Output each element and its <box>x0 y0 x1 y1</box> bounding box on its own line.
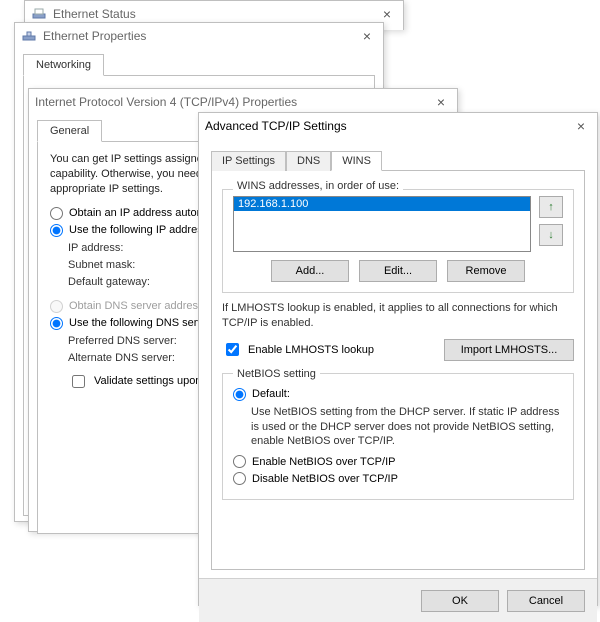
label-alt-dns: Alternate DNS server: <box>68 352 208 364</box>
tab-general[interactable]: General <box>37 120 102 142</box>
move-down-button[interactable]: ↓ <box>539 224 563 246</box>
radio-netbios-enable-label: Enable NetBIOS over TCP/IP <box>252 456 395 468</box>
tab-ip-settings[interactable]: IP Settings <box>211 151 286 171</box>
tab-networking[interactable]: Networking <box>23 54 104 76</box>
radio-netbios-default-input[interactable] <box>233 388 246 401</box>
dialog-footer: OK Cancel <box>199 578 597 622</box>
radio-use-dns-input[interactable] <box>50 317 63 330</box>
wins-address-item[interactable]: 192.168.1.100 <box>234 197 530 211</box>
label-subnet: Subnet mask: <box>68 259 208 271</box>
radio-netbios-default[interactable]: Default: <box>233 388 563 401</box>
wins-address-list[interactable]: 192.168.1.100 <box>233 196 531 252</box>
lmhosts-note: If LMHOSTS lookup is enabled, it applies… <box>222 301 574 331</box>
network-icon <box>31 6 47 22</box>
close-icon[interactable]: × <box>571 119 591 133</box>
label-gateway: Default gateway: <box>68 276 208 288</box>
remove-button[interactable]: Remove <box>447 260 525 282</box>
titlebar-props: Ethernet Properties × <box>15 23 383 49</box>
check-lmhosts-input[interactable] <box>226 343 239 356</box>
radio-use-ip-input[interactable] <box>50 224 63 237</box>
check-lmhosts-label: Enable LMHOSTS lookup <box>248 344 374 356</box>
netbios-legend: NetBIOS setting <box>233 368 320 380</box>
radio-netbios-enable[interactable]: Enable NetBIOS over TCP/IP <box>233 455 563 468</box>
ok-button[interactable]: OK <box>421 590 499 612</box>
title-ipv4: Internet Protocol Version 4 (TCP/IPv4) P… <box>35 95 431 109</box>
close-icon[interactable]: × <box>377 7 397 21</box>
arrow-down-icon: ↓ <box>548 229 554 241</box>
network-icon <box>21 28 37 44</box>
close-icon[interactable]: × <box>431 95 451 109</box>
label-pref-dns: Preferred DNS server: <box>68 335 208 347</box>
window-advanced-tcpip: Advanced TCP/IP Settings × IP Settings D… <box>198 112 598 606</box>
radio-netbios-default-label: Default: <box>252 388 290 400</box>
move-up-button[interactable]: ↑ <box>539 196 563 218</box>
wins-list-label: WINS addresses, in order of use: <box>233 180 403 192</box>
radio-netbios-disable-input[interactable] <box>233 472 246 485</box>
close-icon[interactable]: × <box>357 29 377 43</box>
netbios-default-text: Use NetBIOS setting from the DHCP server… <box>251 405 563 450</box>
title-props: Ethernet Properties <box>43 29 357 43</box>
edit-button[interactable]: Edit... <box>359 260 437 282</box>
check-validate-input[interactable] <box>72 375 85 388</box>
import-lmhosts-button[interactable]: Import LMHOSTS... <box>444 339 574 361</box>
label-ip: IP address: <box>68 242 208 254</box>
title-advanced: Advanced TCP/IP Settings <box>205 119 571 133</box>
radio-use-ip-label: Use the following IP address: <box>69 224 211 236</box>
radio-netbios-disable[interactable]: Disable NetBIOS over TCP/IP <box>233 472 563 485</box>
radio-netbios-disable-label: Disable NetBIOS over TCP/IP <box>252 473 398 485</box>
add-button[interactable]: Add... <box>271 260 349 282</box>
tab-dns[interactable]: DNS <box>286 151 331 171</box>
title-status: Ethernet Status <box>53 7 377 21</box>
titlebar-advanced: Advanced TCP/IP Settings × <box>199 113 597 139</box>
cancel-button[interactable]: Cancel <box>507 590 585 612</box>
check-lmhosts[interactable]: Enable LMHOSTS lookup <box>222 340 374 359</box>
arrow-up-icon: ↑ <box>548 201 554 213</box>
radio-obtain-dns-input <box>50 300 63 313</box>
radio-netbios-enable-input[interactable] <box>233 455 246 468</box>
tab-wins[interactable]: WINS <box>331 151 382 171</box>
tabs-advanced: IP Settings DNS WINS WINS addresses, in … <box>211 151 585 570</box>
radio-obtain-ip-input[interactable] <box>50 207 63 220</box>
